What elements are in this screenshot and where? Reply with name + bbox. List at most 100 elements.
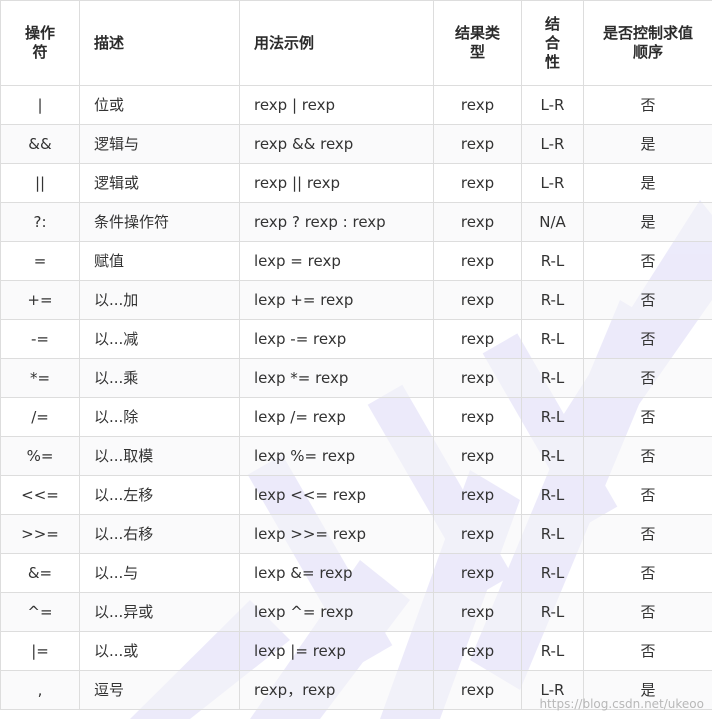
- header-associativity: 结合性: [521, 0, 584, 86]
- cell-usage-example: lexp -= rexp: [239, 319, 434, 359]
- cell-result-type: rexp: [433, 553, 522, 593]
- cell-associativity: N/A: [521, 202, 584, 242]
- cell-controls-eval-order: 是: [583, 124, 712, 164]
- cell-usage-example: rexp && rexp: [239, 124, 434, 164]
- cell-result-type: rexp: [433, 514, 522, 554]
- cell-description: 逻辑与: [79, 124, 240, 164]
- table-row: && 逻辑与 rexp && rexp rexp L-R 是: [0, 124, 712, 164]
- cell-usage-example: rexp || rexp: [239, 163, 434, 203]
- table-row: += 以...加 lexp += rexp rexp R-L 否: [0, 280, 712, 320]
- cell-associativity: R-L: [521, 631, 584, 671]
- table-row: <<= 以...左移 lexp <<= rexp rexp R-L 否: [0, 475, 712, 515]
- cell-controls-eval-order: 否: [583, 85, 712, 125]
- cell-result-type: rexp: [433, 631, 522, 671]
- table-row: || 逻辑或 rexp || rexp rexp L-R 是: [0, 163, 712, 203]
- cell-associativity: R-L: [521, 241, 584, 281]
- cell-associativity: R-L: [521, 553, 584, 593]
- cell-operator: ||: [0, 163, 80, 203]
- cell-operator: ,: [0, 670, 80, 710]
- cell-description: 以...取模: [79, 436, 240, 476]
- cell-associativity: L-R: [521, 124, 584, 164]
- cell-controls-eval-order: 否: [583, 514, 712, 554]
- cell-description: 以...加: [79, 280, 240, 320]
- cell-usage-example: rexp | rexp: [239, 85, 434, 125]
- cell-associativity: R-L: [521, 475, 584, 515]
- table-row: ?: 条件操作符 rexp ? rexp : rexp rexp N/A 是: [0, 202, 712, 242]
- cell-operator: &=: [0, 553, 80, 593]
- cell-result-type: rexp: [433, 436, 522, 476]
- table-row: |= 以...或 lexp |= rexp rexp R-L 否: [0, 631, 712, 671]
- cell-controls-eval-order: 否: [583, 397, 712, 437]
- cell-result-type: rexp: [433, 592, 522, 632]
- cell-description: 逻辑或: [79, 163, 240, 203]
- cell-associativity: R-L: [521, 514, 584, 554]
- header-usage-example: 用法示例: [239, 0, 434, 86]
- table-row: %= 以...取模 lexp %= rexp rexp R-L 否: [0, 436, 712, 476]
- cell-associativity: R-L: [521, 397, 584, 437]
- cell-controls-eval-order: 否: [583, 319, 712, 359]
- cell-operator: /=: [0, 397, 80, 437]
- cell-associativity: R-L: [521, 436, 584, 476]
- cell-operator: ?:: [0, 202, 80, 242]
- cell-description: 位或: [79, 85, 240, 125]
- cell-associativity: L-R: [521, 163, 584, 203]
- cell-controls-eval-order: 否: [583, 592, 712, 632]
- cell-description: 以...左移: [79, 475, 240, 515]
- cell-associativity: L-R: [521, 85, 584, 125]
- cell-operator: <<=: [0, 475, 80, 515]
- cell-controls-eval-order: 否: [583, 280, 712, 320]
- cell-description: 以...与: [79, 553, 240, 593]
- source-url-watermark: https://blog.csdn.net/ukeoo: [539, 697, 704, 711]
- cell-description: 以...右移: [79, 514, 240, 554]
- cell-usage-example: lexp ^= rexp: [239, 592, 434, 632]
- cell-usage-example: rexp ? rexp : rexp: [239, 202, 434, 242]
- table-row: *= 以...乘 lexp *= rexp rexp R-L 否: [0, 358, 712, 398]
- cell-operator: =: [0, 241, 80, 281]
- table-row: >>= 以...右移 lexp >>= rexp rexp R-L 否: [0, 514, 712, 554]
- header-result-type-text: 结果类型: [454, 24, 500, 61]
- cell-associativity: R-L: [521, 592, 584, 632]
- cell-controls-eval-order: 是: [583, 163, 712, 203]
- cell-result-type: rexp: [433, 358, 522, 398]
- cell-controls-eval-order: 否: [583, 475, 712, 515]
- cell-controls-eval-order: 是: [583, 202, 712, 242]
- header-operator-text: 操作符: [24, 24, 55, 61]
- cell-usage-example: lexp >>= rexp: [239, 514, 434, 554]
- cell-result-type: rexp: [433, 85, 522, 125]
- cell-usage-example: rexp，rexp: [239, 670, 434, 710]
- header-controls-eval-order-text: 是否控制求值 顺序: [602, 24, 693, 61]
- cell-usage-example: lexp += rexp: [239, 280, 434, 320]
- cell-result-type: rexp: [433, 202, 522, 242]
- cell-description: 逗号: [79, 670, 240, 710]
- cell-operator: &&: [0, 124, 80, 164]
- cell-result-type: rexp: [433, 319, 522, 359]
- cell-description: 以...或: [79, 631, 240, 671]
- cell-usage-example: lexp &= rexp: [239, 553, 434, 593]
- table-row: /= 以...除 lexp /= rexp rexp R-L 否: [0, 397, 712, 437]
- header-result-type: 结果类型: [433, 0, 522, 86]
- table-row: = 赋值 lexp = rexp rexp R-L 否: [0, 241, 712, 281]
- cell-associativity: R-L: [521, 319, 584, 359]
- cell-usage-example: lexp *= rexp: [239, 358, 434, 398]
- cell-description: 以...减: [79, 319, 240, 359]
- cell-result-type: rexp: [433, 397, 522, 437]
- cell-usage-example: lexp /= rexp: [239, 397, 434, 437]
- cell-usage-example: lexp <<= rexp: [239, 475, 434, 515]
- cell-operator: ^=: [0, 592, 80, 632]
- cell-description: 以...乘: [79, 358, 240, 398]
- cell-usage-example: lexp %= rexp: [239, 436, 434, 476]
- cell-operator: |: [0, 85, 80, 125]
- cell-operator: |=: [0, 631, 80, 671]
- cell-controls-eval-order: 否: [583, 631, 712, 671]
- cell-result-type: rexp: [433, 163, 522, 203]
- cell-operator: *=: [0, 358, 80, 398]
- table-row: &= 以...与 lexp &= rexp rexp R-L 否: [0, 553, 712, 593]
- cell-controls-eval-order: 否: [583, 241, 712, 281]
- cell-description: 以...除: [79, 397, 240, 437]
- cell-description: 条件操作符: [79, 202, 240, 242]
- header-operator: 操作符: [0, 0, 80, 86]
- table-header-row: 操作符 描述 用法示例 结果类型 结合性 是否控制求值 顺序: [0, 0, 712, 86]
- table-row: | 位或 rexp | rexp rexp L-R 否: [0, 85, 712, 125]
- cell-result-type: rexp: [433, 475, 522, 515]
- cell-description: 赋值: [79, 241, 240, 281]
